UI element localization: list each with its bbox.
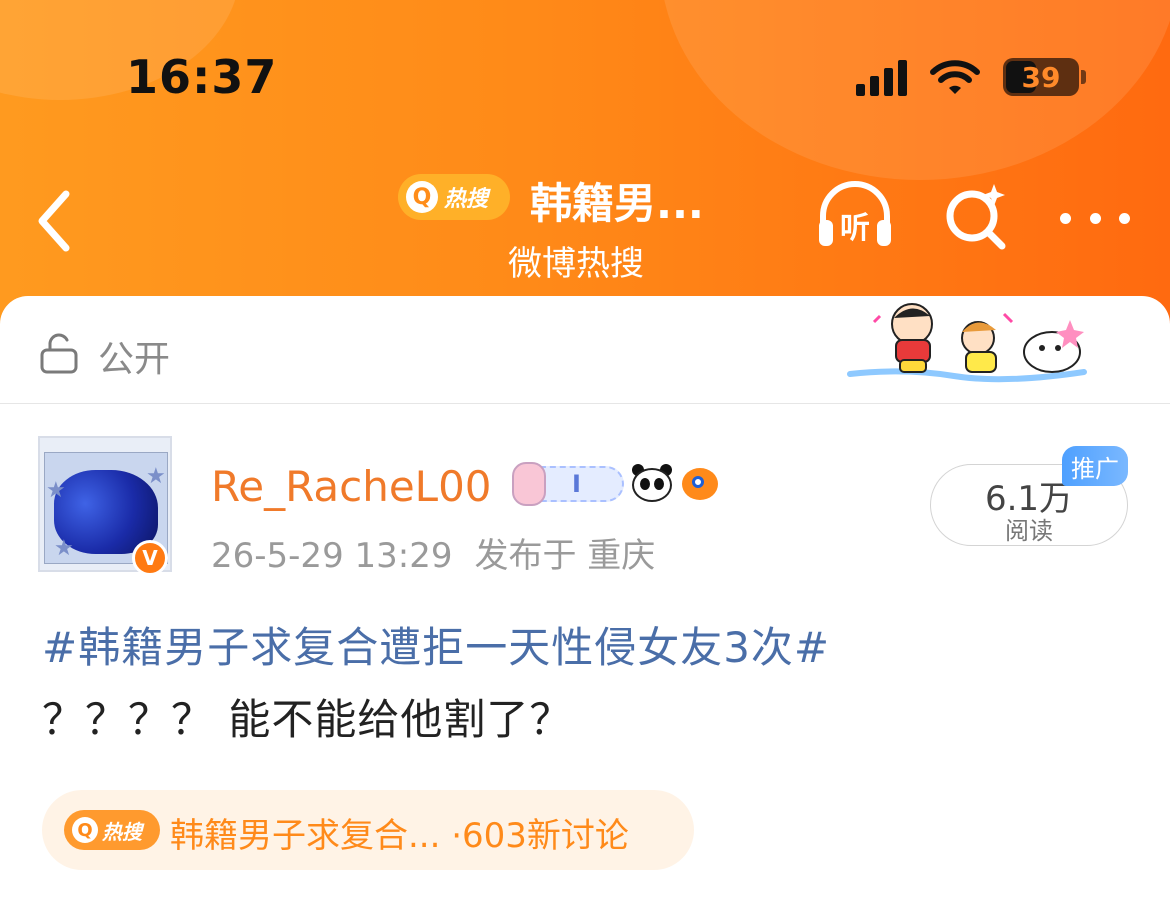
listen-icon: 听: [819, 181, 891, 246]
fan-badge-icon: I: [512, 462, 624, 506]
post-card: 公开 ★ ★ ★ ★ V Re_RacheL00 I: [0, 296, 1170, 899]
hot-search-badge-label: 热搜: [102, 819, 142, 844]
cartoon-sticker-icon: [847, 303, 1087, 383]
more-icon: [1089, 212, 1101, 224]
user-badges: I: [512, 462, 724, 506]
page-subtitle: 微博热搜: [508, 244, 644, 284]
post-timestamp: 26-5-29 13:29: [211, 536, 453, 576]
post-text: ？？？？ 能不能给他割了？: [42, 695, 573, 744]
search-icon: Q: [72, 817, 98, 843]
username[interactable]: Re_RacheL00: [211, 462, 492, 511]
visibility-row[interactable]: 公开: [0, 296, 1170, 404]
page-title: 韩籍男...: [530, 179, 704, 228]
cellular-signal-icon: [856, 58, 907, 96]
search-button[interactable]: [940, 180, 1012, 252]
search-icon: Q: [406, 181, 438, 213]
status-icons: 39: [856, 56, 1086, 98]
lock-icon: [40, 333, 78, 374]
star-icon: ★: [46, 478, 66, 503]
search-icon: [946, 184, 1006, 250]
visibility-label: 公开: [98, 339, 171, 380]
listen-button[interactable]: 听: [815, 180, 895, 252]
verified-badge: V: [132, 540, 168, 576]
post-meta: 26-5-29 13:29 发布于 重庆: [211, 528, 655, 577]
fish-icon: [680, 464, 724, 504]
top-header: 16:37 39 Q 热搜 韩籍男... 微博热搜 听: [0, 0, 1170, 330]
wifi-icon: [930, 60, 980, 94]
back-icon: [38, 190, 70, 252]
hot-search-text: 韩籍男子求复合... ·603新讨论: [170, 816, 629, 856]
fan-badge-letter: I: [572, 470, 581, 498]
promo-badge: 推广: [1062, 446, 1128, 486]
post-location: 发布于 重庆: [474, 536, 656, 576]
battery-icon: 39: [1003, 58, 1086, 96]
back-button[interactable]: [30, 186, 90, 256]
more-icon: [1119, 212, 1130, 224]
more-icon: [1060, 212, 1071, 224]
more-options-button[interactable]: [1060, 200, 1130, 236]
star-icon: ★: [146, 464, 166, 489]
hot-search-badge: Q 热搜: [398, 174, 510, 220]
listen-label: 听: [840, 211, 870, 246]
read-label: 阅读: [1005, 517, 1053, 545]
status-time: 16:37: [126, 50, 278, 104]
star-icon: ★: [54, 536, 74, 561]
battery-level: 39: [1021, 60, 1061, 94]
hot-search-badge: Q 热搜: [64, 810, 160, 850]
hot-search-badge-label: 热搜: [444, 187, 489, 212]
panda-icon: [630, 464, 674, 504]
hot-search-link[interactable]: Q 热搜 韩籍男子求复合... ·603新讨论: [42, 790, 694, 870]
post-topic-link[interactable]: #韩籍男子求复合遭拒一天性侵女友3次#: [42, 614, 830, 675]
